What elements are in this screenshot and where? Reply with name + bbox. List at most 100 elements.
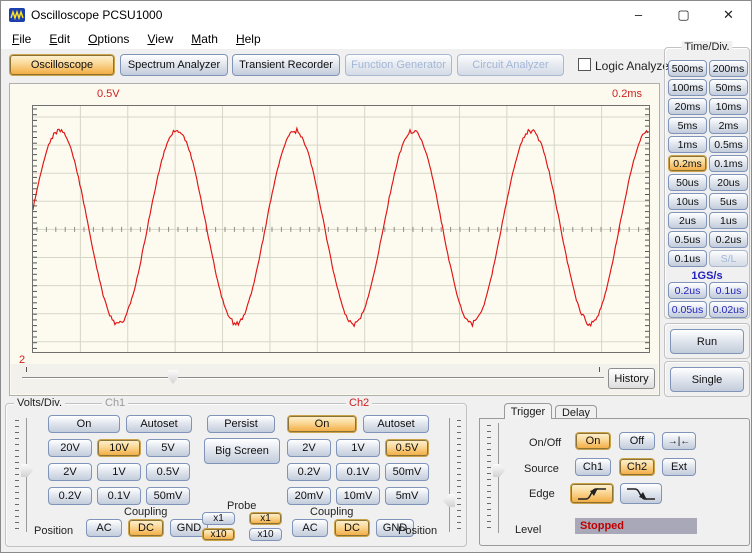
ch1-1v-button[interactable]: 1V: [97, 463, 141, 481]
timediv-0.5us[interactable]: 0.5us: [668, 231, 707, 248]
timediv-2ms[interactable]: 2ms: [709, 117, 748, 134]
ch1-position-slider[interactable]: [14, 418, 36, 532]
ch2-2v-button[interactable]: 2V: [287, 439, 331, 457]
ch1-20v-button[interactable]: 20V: [48, 439, 92, 457]
menu-view[interactable]: View: [138, 30, 182, 48]
timediv-1ms[interactable]: 1ms: [668, 136, 707, 153]
timediv-single-loop[interactable]: S/L: [709, 250, 748, 267]
timediv-20ms[interactable]: 20ms: [668, 98, 707, 115]
ch2-50mv-button[interactable]: 50mV: [385, 463, 429, 481]
menu-help[interactable]: Help: [227, 30, 270, 48]
timediv-20us[interactable]: 20us: [709, 174, 748, 191]
timediv-0.2us[interactable]: 0.2us: [709, 231, 748, 248]
trigger-level-label: Level: [515, 524, 542, 536]
persist-button[interactable]: Persist: [207, 415, 275, 433]
ch2-position-slider[interactable]: [440, 418, 462, 532]
ch2-5mv-button[interactable]: 5mV: [385, 487, 429, 505]
menu-file[interactable]: File: [3, 30, 40, 48]
ch2-1v-button[interactable]: 1V: [336, 439, 380, 457]
history-button[interactable]: History: [608, 368, 655, 389]
ch2-on-button[interactable]: On: [287, 415, 357, 433]
horizontal-position-slider[interactable]: [22, 367, 604, 389]
timediv-50ms[interactable]: 50ms: [709, 79, 748, 96]
ch2-probe-x10[interactable]: x10: [249, 528, 282, 541]
ch2-autoset-button[interactable]: Autoset: [363, 415, 429, 433]
minimize-button[interactable]: –: [616, 1, 661, 29]
ch2-slider-rail: [449, 418, 450, 532]
ch1-10v-button[interactable]: 10V: [97, 439, 141, 457]
menu-math[interactable]: Math: [182, 30, 227, 48]
timediv-200ms[interactable]: 200ms: [709, 60, 748, 77]
timediv-5ms[interactable]: 5ms: [668, 117, 707, 134]
menu-edit[interactable]: Edit: [40, 30, 79, 48]
timediv-50us[interactable]: 50us: [668, 174, 707, 191]
ch1-probe-x10[interactable]: x10: [202, 528, 235, 541]
ch2-coupling-ac[interactable]: AC: [292, 519, 328, 537]
timediv-fast-0.1us[interactable]: 0.1us: [709, 282, 748, 299]
ch1-0.5v-button[interactable]: 0.5V: [146, 463, 190, 481]
timediv-10ms[interactable]: 10ms: [709, 98, 748, 115]
ch2-probe-x1[interactable]: x1: [249, 512, 282, 525]
tab-delay[interactable]: Delay: [555, 405, 597, 419]
ch2-0.1v-button[interactable]: 0.1V: [336, 463, 380, 481]
menu-options[interactable]: Options: [79, 30, 138, 48]
trigger-on-button[interactable]: On: [575, 432, 611, 450]
logic-analyzer-checkbox[interactable]: [578, 58, 591, 71]
trigger-source-ch1[interactable]: Ch1: [575, 458, 611, 476]
ch1-position-thumb[interactable]: [21, 464, 33, 477]
ch2-20mv-button[interactable]: 20mV: [287, 487, 331, 505]
timediv-5us[interactable]: 5us: [709, 193, 748, 210]
tab-spectrum-analyzer[interactable]: Spectrum Analyzer: [120, 54, 228, 76]
single-button[interactable]: Single: [670, 367, 744, 392]
ch1-on-button[interactable]: On: [48, 415, 120, 433]
trigger-off-button[interactable]: Off: [619, 432, 655, 450]
trigger-level-slider[interactable]: [486, 423, 508, 533]
run-group: Run: [664, 323, 750, 359]
ch2-10mv-button[interactable]: 10mV: [336, 487, 380, 505]
timediv-500ms[interactable]: 500ms: [668, 60, 707, 77]
timediv-fast-0.02us[interactable]: 0.02us: [709, 301, 748, 318]
voltsdiv-group-label: Volts/Div.: [14, 397, 66, 409]
trigger-edge-falling-button[interactable]: [620, 483, 662, 504]
ch1-autoset-button[interactable]: Autoset: [126, 415, 192, 433]
ch1-position-label: Position: [34, 525, 74, 537]
ch1-50mv-button[interactable]: 50mV: [146, 487, 190, 505]
tab-transient-recorder[interactable]: Transient Recorder: [232, 54, 340, 76]
timediv-fast-0.05us[interactable]: 0.05us: [668, 301, 707, 318]
ch1-probe-x1[interactable]: x1: [202, 512, 235, 525]
timediv-0.5ms[interactable]: 0.5ms: [709, 136, 748, 153]
ch2-coupling-dc[interactable]: DC: [334, 519, 370, 537]
horizontal-position-thumb[interactable]: [168, 370, 178, 384]
run-button[interactable]: Run: [670, 329, 744, 354]
ch1-coupling-dc[interactable]: DC: [128, 519, 164, 537]
timediv-0.1ms[interactable]: 0.1ms: [709, 155, 748, 172]
ch1-2v-button[interactable]: 2V: [48, 463, 92, 481]
ch2-0.2v-button[interactable]: 0.2V: [287, 463, 331, 481]
timediv-1us[interactable]: 1us: [709, 212, 748, 229]
timediv-10us[interactable]: 10us: [668, 193, 707, 210]
tab-function-generator[interactable]: Function Generator: [345, 54, 452, 76]
timediv-2us[interactable]: 2us: [668, 212, 707, 229]
maximize-button[interactable]: ▢: [661, 1, 706, 29]
tab-trigger[interactable]: Trigger: [504, 403, 552, 419]
trigger-level-thumb[interactable]: [493, 464, 505, 477]
timediv-100ms[interactable]: 100ms: [668, 79, 707, 96]
app-icon: [9, 8, 25, 22]
big-screen-button[interactable]: Big Screen: [204, 438, 280, 464]
ch1-0.1v-button[interactable]: 0.1V: [97, 487, 141, 505]
trigger-sync-button[interactable]: →|←: [662, 432, 696, 450]
tab-oscilloscope[interactable]: Oscilloscope: [9, 54, 115, 76]
trigger-edge-rising-button[interactable]: [570, 483, 614, 504]
ch2-position-thumb[interactable]: [443, 494, 455, 507]
tab-circuit-analyzer[interactable]: Circuit Analyzer: [457, 54, 564, 76]
trigger-source-ch2[interactable]: Ch2: [619, 458, 655, 476]
timediv-fast-0.2us[interactable]: 0.2us: [668, 282, 707, 299]
close-button[interactable]: ✕: [706, 1, 751, 29]
ch1-5v-button[interactable]: 5V: [146, 439, 190, 457]
timediv-0.2ms[interactable]: 0.2ms: [668, 155, 707, 172]
ch1-0.2v-button[interactable]: 0.2V: [48, 487, 92, 505]
ch2-0.5v-button[interactable]: 0.5V: [385, 439, 429, 457]
ch1-coupling-ac[interactable]: AC: [86, 519, 122, 537]
timediv-0.1us[interactable]: 0.1us: [668, 250, 707, 267]
trigger-source-ext[interactable]: Ext: [662, 458, 696, 476]
